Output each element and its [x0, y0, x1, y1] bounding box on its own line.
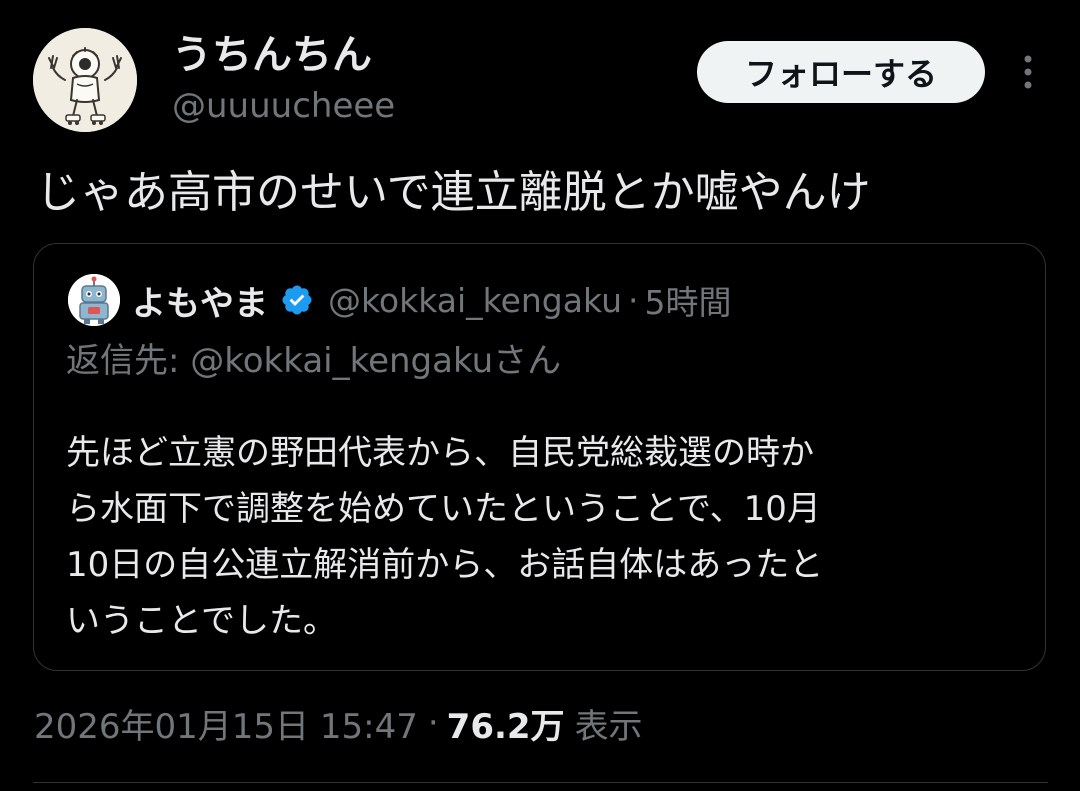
- quoted-tweet-header: よもやま @kokkai_kengaku · 5時間: [132, 274, 732, 326]
- author-name[interactable]: うちんちん: [172, 30, 372, 80]
- quoted-author-avatar[interactable]: [68, 274, 120, 326]
- reply-to-label: 返信先: @kokkai_kengakuさん: [66, 341, 562, 381]
- quoted-body-line: ら水面下で調整を始めていたということで、10月: [66, 489, 821, 529]
- author-avatar[interactable]: [33, 28, 137, 132]
- views-label: 表示: [574, 706, 643, 747]
- more-vertical-icon: [1024, 55, 1032, 89]
- quoted-author-name[interactable]: よもやま: [132, 276, 268, 325]
- quoted-author-handle[interactable]: @kokkai_kengaku: [328, 281, 622, 320]
- quoted-body-line: 10日の自公連立解消前から、お話自体はあったと: [66, 545, 824, 585]
- quoted-body-line: 先ほど立憲の野田代表から、自民党総裁選の時か: [66, 433, 814, 473]
- divider: [33, 782, 1048, 783]
- doodle-character-avatar-icon: [33, 28, 137, 132]
- views-count[interactable]: 76.2万: [447, 699, 565, 748]
- verified-badge-icon: [280, 283, 314, 317]
- meta-separator: ·: [427, 703, 439, 743]
- quoted-body-line: いうことでした。: [66, 601, 337, 641]
- quoted-tweet-card[interactable]: よもやま @kokkai_kengaku · 5時間 返信先: @kokkai_…: [33, 243, 1046, 671]
- tweet-timestamp[interactable]: 2026年01月15日 15:47: [34, 699, 418, 748]
- follow-button[interactable]: フォローする: [697, 41, 985, 103]
- more-options-button[interactable]: [1008, 50, 1048, 94]
- tweet-text: じゃあ高市のせいで連立離脱とか嘘やんけ: [36, 167, 871, 218]
- author-handle[interactable]: @uuuucheee: [172, 84, 395, 128]
- quoted-tweet-time[interactable]: 5時間: [645, 276, 732, 324]
- header-separator: ·: [628, 280, 639, 320]
- robot-avatar-icon: [68, 274, 120, 326]
- quoted-tweet-body: 先ほど立憲の野田代表から、自民党総裁選の時か ら水面下で調整を始めていたというこ…: [66, 425, 1026, 649]
- tweet-meta: 2026年01月15日 15:47 · 76.2万 表示: [34, 698, 643, 748]
